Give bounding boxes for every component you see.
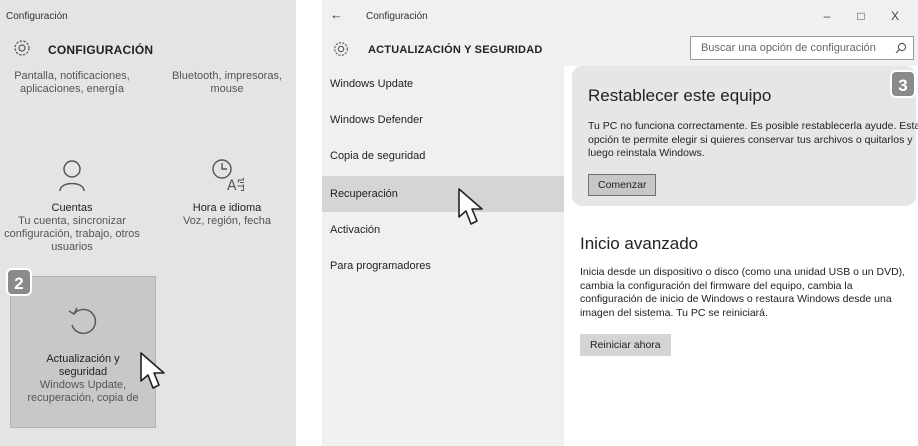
sidebar-item-developers[interactable]: Para programadores [322, 248, 564, 284]
step-badge: 2 [6, 268, 32, 296]
maximize-button[interactable]: □ [854, 9, 868, 23]
sidebar-item-windows-defender[interactable]: Windows Defender [322, 102, 564, 138]
tile-system[interactable]: Pantalla, notificaciones, aplicaciones, … [0, 70, 144, 96]
update-icon [68, 307, 97, 335]
gear-icon [334, 42, 348, 56]
section-title: Inicio avanzado [580, 234, 699, 253]
sidebar-nav: Windows Update Windows Defender Copia de… [322, 66, 564, 446]
search-icon[interactable] [895, 42, 907, 54]
search-box [690, 36, 914, 60]
close-button[interactable]: X [888, 9, 902, 23]
step-badge: 3 [890, 70, 916, 98]
window-title: Configuración [6, 11, 68, 22]
update-security-window: ← Configuración – □ X ACTUALIZACIÓN Y SE… [322, 0, 918, 446]
tile-time-language[interactable]: A字 Hora e idioma Voz, región, fecha [158, 158, 296, 228]
window-title: Configuración [366, 11, 428, 22]
settings-title: CONFIGURACIÓN [48, 43, 154, 57]
settings-home-window: Configuración CONFIGURACIÓN Pantalla, no… [0, 0, 296, 446]
restart-now-button[interactable]: Reiniciar ahora [580, 334, 671, 356]
main-content: Restablecer este equipo Tu PC no funcion… [564, 66, 918, 446]
section-description: Inicia desde un dispositivo o disco (com… [580, 266, 906, 319]
sidebar-item-recovery[interactable]: Recuperación [322, 176, 564, 212]
time-language-icon: A字 [212, 159, 244, 192]
tile-desc: Bluetooth, impresoras, mouse [171, 70, 283, 95]
svg-text:A字: A字 [227, 178, 244, 192]
sidebar-item-backup[interactable]: Copia de seguridad [322, 138, 564, 174]
page-title: ACTUALIZACIÓN Y SEGURIDAD [368, 44, 543, 56]
search-input[interactable] [691, 37, 887, 59]
tile-title: Actualización y seguridad [46, 353, 120, 378]
tile-update-security[interactable]: Actualización y seguridad Windows Update… [10, 276, 156, 428]
page-header: ACTUALIZACIÓN Y SEGURIDAD [322, 32, 918, 66]
tile-desc: Pantalla, notificaciones, aplicaciones, … [14, 70, 130, 95]
person-icon [59, 160, 85, 192]
tile-accounts[interactable]: Cuentas Tu cuenta, sincronizar configura… [0, 158, 144, 254]
tile-devices[interactable]: Bluetooth, impresoras, mouse [158, 70, 296, 96]
tile-desc: Tu cuenta, sincronizar configuración, tr… [4, 215, 140, 253]
gear-icon [14, 40, 30, 56]
sidebar-item-windows-update[interactable]: Windows Update [322, 66, 564, 102]
tile-desc: Voz, región, fecha [182, 215, 272, 227]
mouse-pointer-icon [458, 188, 483, 225]
section-title: Restablecer este equipo [588, 86, 772, 105]
back-arrow-icon[interactable]: ← [330, 7, 343, 22]
tile-desc: Windows Update, recuperación, copia de [27, 379, 139, 404]
reset-section: Restablecer este equipo Tu PC no funcion… [572, 66, 918, 206]
settings-header: CONFIGURACIÓN [0, 30, 296, 68]
tile-title: Hora e idioma [192, 202, 262, 214]
mouse-pointer-icon [140, 352, 165, 389]
sidebar-item-activation[interactable]: Activación [322, 212, 564, 248]
section-description: Tu PC no funciona correctamente. Es posi… [588, 120, 918, 159]
tile-title: Cuentas [51, 202, 93, 214]
minimize-button[interactable]: – [820, 9, 834, 23]
title-bar: ← Configuración – □ X [322, 0, 918, 32]
start-button[interactable]: Comenzar [588, 174, 657, 196]
